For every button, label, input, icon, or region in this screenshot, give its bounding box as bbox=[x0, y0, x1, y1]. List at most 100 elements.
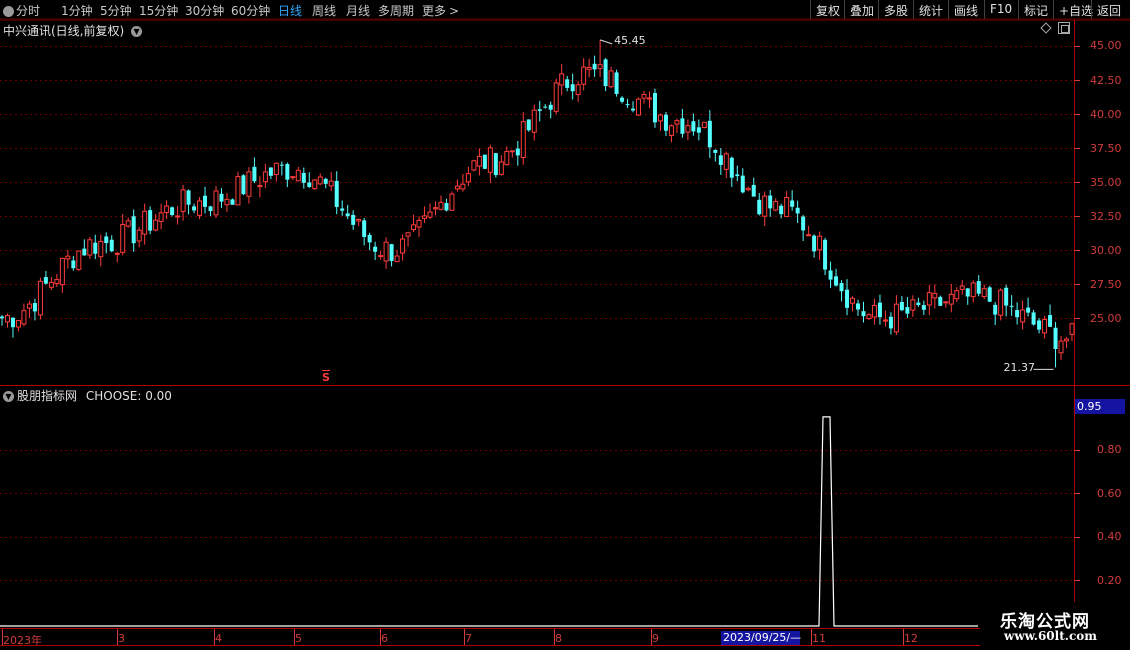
chart-title[interactable]: 中兴通讯(日线,前复权) ▼ bbox=[3, 22, 143, 39]
candle-body bbox=[795, 207, 800, 214]
candle-body bbox=[257, 185, 263, 188]
candle-body bbox=[674, 120, 680, 125]
date-tick: 8 bbox=[555, 632, 562, 645]
candle-body bbox=[905, 307, 910, 314]
candle-body bbox=[652, 93, 657, 123]
candle-body bbox=[208, 206, 213, 212]
candle-body bbox=[592, 63, 597, 70]
candle-body bbox=[4, 315, 10, 323]
candle-body bbox=[696, 127, 701, 133]
candle-body bbox=[203, 195, 208, 207]
candle-body bbox=[926, 292, 932, 306]
candle-body bbox=[641, 93, 647, 99]
chevron-down-icon[interactable]: ▼ bbox=[131, 26, 143, 37]
candle-body bbox=[993, 304, 998, 315]
candle-body bbox=[487, 147, 493, 173]
candle-body bbox=[680, 118, 685, 134]
candle-body bbox=[235, 176, 241, 206]
candle-body bbox=[170, 207, 175, 215]
candle-body bbox=[411, 224, 417, 231]
candle-body bbox=[48, 281, 54, 288]
candle-body bbox=[570, 84, 575, 92]
candle-body bbox=[0, 316, 4, 319]
candle-body bbox=[559, 73, 565, 86]
date-tick: 7 bbox=[465, 632, 472, 645]
candle-body bbox=[603, 59, 608, 87]
date-tick: 9 bbox=[652, 632, 659, 645]
candle-body bbox=[252, 166, 257, 182]
candle-body bbox=[893, 303, 899, 333]
indicator-y-tick: 0.20 bbox=[1097, 574, 1122, 587]
candle-body bbox=[142, 210, 148, 235]
candle-body bbox=[614, 72, 619, 95]
candle-body bbox=[685, 125, 691, 133]
y-tick-label: 32.50 bbox=[1090, 210, 1122, 223]
candle-body bbox=[120, 223, 126, 253]
candle-body bbox=[476, 155, 482, 167]
candle-body bbox=[422, 215, 428, 219]
candle-body bbox=[938, 296, 943, 306]
window-toggle-icon[interactable] bbox=[1058, 22, 1070, 34]
candle-body bbox=[959, 285, 965, 290]
candle-body bbox=[745, 187, 751, 191]
date-tick: 2023年 bbox=[3, 634, 42, 647]
y-tick-label: 37.50 bbox=[1090, 142, 1122, 155]
y-tick-label: 42.50 bbox=[1090, 74, 1122, 87]
date-tick: 12 bbox=[904, 632, 918, 645]
candle-body bbox=[15, 319, 21, 328]
candle-body bbox=[713, 149, 718, 153]
candle-body bbox=[186, 190, 191, 205]
candle-body bbox=[180, 189, 186, 212]
candle-body bbox=[948, 293, 954, 305]
candle-body bbox=[531, 109, 537, 133]
candle-body bbox=[345, 213, 350, 217]
candle-body bbox=[158, 212, 164, 222]
candle-body bbox=[773, 201, 779, 211]
candle-body bbox=[504, 150, 510, 166]
candle-body bbox=[1004, 287, 1009, 306]
candle-body bbox=[943, 301, 949, 304]
candle-body bbox=[691, 121, 696, 132]
candle-body bbox=[131, 216, 136, 244]
candle-body bbox=[1048, 315, 1053, 327]
high-marker-line bbox=[599, 39, 613, 45]
candle-body bbox=[37, 280, 43, 316]
candle-body bbox=[230, 199, 235, 205]
candle-body bbox=[553, 82, 559, 112]
candle-body bbox=[981, 288, 987, 297]
candle-body bbox=[718, 155, 723, 165]
candle-body bbox=[405, 232, 411, 237]
candle-body bbox=[427, 211, 433, 218]
candle-body bbox=[76, 250, 82, 270]
date-tick: 6 bbox=[381, 632, 388, 645]
candle-body bbox=[219, 193, 224, 202]
candle-body bbox=[910, 299, 916, 311]
candle-body bbox=[1031, 312, 1036, 325]
candle-body bbox=[367, 234, 372, 243]
candle-body bbox=[526, 119, 531, 131]
candle-body bbox=[663, 114, 668, 131]
candle-body bbox=[954, 290, 960, 300]
date-tick: 5 bbox=[295, 632, 302, 645]
indicator-series bbox=[0, 416, 978, 627]
candle-body bbox=[806, 234, 812, 237]
candle-body bbox=[460, 183, 466, 190]
candle-body bbox=[71, 260, 76, 269]
indicator-title[interactable]: ▼ 股朋指标网 CHOOSE: 0.00 bbox=[3, 387, 172, 404]
candle-body bbox=[998, 289, 1004, 316]
candle-body bbox=[740, 175, 745, 193]
chevron-down-icon[interactable]: ▼ bbox=[3, 391, 14, 402]
candle-body bbox=[32, 302, 37, 312]
candle-body bbox=[856, 303, 860, 310]
chart-canvas[interactable] bbox=[0, 0, 1130, 650]
candle-body bbox=[1069, 323, 1075, 335]
candle-body bbox=[268, 167, 273, 176]
sell-marker: S bbox=[322, 371, 330, 384]
candle-body bbox=[976, 281, 981, 294]
candle-body bbox=[10, 317, 15, 328]
candle-body bbox=[213, 190, 219, 216]
candle-body bbox=[93, 242, 98, 254]
candle-body bbox=[537, 109, 542, 111]
candle-body bbox=[723, 153, 729, 170]
candle-body bbox=[921, 305, 926, 310]
